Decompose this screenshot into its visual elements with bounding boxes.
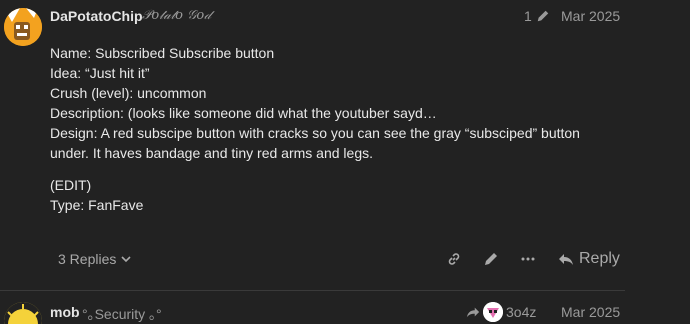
user-title: 𝒫𝑜𝓉𝒶𝓉𝑜 𝒢𝑜𝒹 [142, 8, 211, 23]
pencil-icon [537, 10, 549, 22]
post: mob °｡Security ｡° 3o4z Mar 2025 [0, 292, 625, 324]
post-line: Name: Subscribed Subscribe button [50, 45, 275, 61]
username[interactable]: DaPotatoChip [50, 8, 143, 24]
post-line: Type: FanFave [50, 197, 144, 213]
user-avatar[interactable] [4, 8, 42, 46]
post: DaPotatoChip 𝒫𝑜𝓉𝒶𝓉𝑜 𝒢𝑜𝒹 1 Mar 2025 Name:… [0, 0, 625, 292]
edit-count: 1 [524, 8, 532, 24]
reply-button[interactable]: Reply [558, 250, 620, 268]
post-date[interactable]: Mar 2025 [561, 8, 620, 24]
chevron-down-icon [121, 256, 131, 263]
reply-to-avatar [483, 302, 503, 322]
user-avatar[interactable] [4, 302, 42, 324]
ellipsis-icon [521, 257, 535, 261]
edit-button[interactable] [483, 251, 499, 267]
user-title: °｡Security ｡° [82, 306, 162, 322]
post-line: Description: (looks like someone did wha… [50, 105, 437, 121]
show-replies-button[interactable]: 3 Replies [58, 251, 132, 267]
edit-history-button[interactable]: 1 [524, 8, 550, 24]
post-line: (EDIT) [50, 177, 92, 193]
more-actions-button[interactable] [520, 251, 536, 267]
reply-arrow-icon [559, 254, 573, 265]
post-body: Name: Subscribed Subscribe button Idea: … [50, 43, 610, 215]
username[interactable]: mob [50, 304, 80, 320]
post-divider [0, 290, 625, 291]
link-button[interactable] [446, 251, 462, 267]
replies-label: 3 Replies [58, 251, 117, 267]
post-date[interactable]: Mar 2025 [561, 304, 620, 320]
reply-label: Reply [579, 250, 620, 267]
post-line: Crush (level): uncommon [50, 85, 207, 101]
reply-to-indicator[interactable]: 3o4z [466, 302, 536, 322]
post-line: Idea: “Just hit it” [50, 65, 150, 81]
reply-to-username: 3o4z [506, 304, 537, 320]
pencil-icon [485, 253, 497, 265]
reply-arrow-icon [466, 307, 480, 318]
post-actions: 3 Replies Reply [0, 248, 625, 272]
post-line: Design: A red subscipe button with crack… [50, 125, 580, 161]
link-icon [448, 253, 460, 265]
